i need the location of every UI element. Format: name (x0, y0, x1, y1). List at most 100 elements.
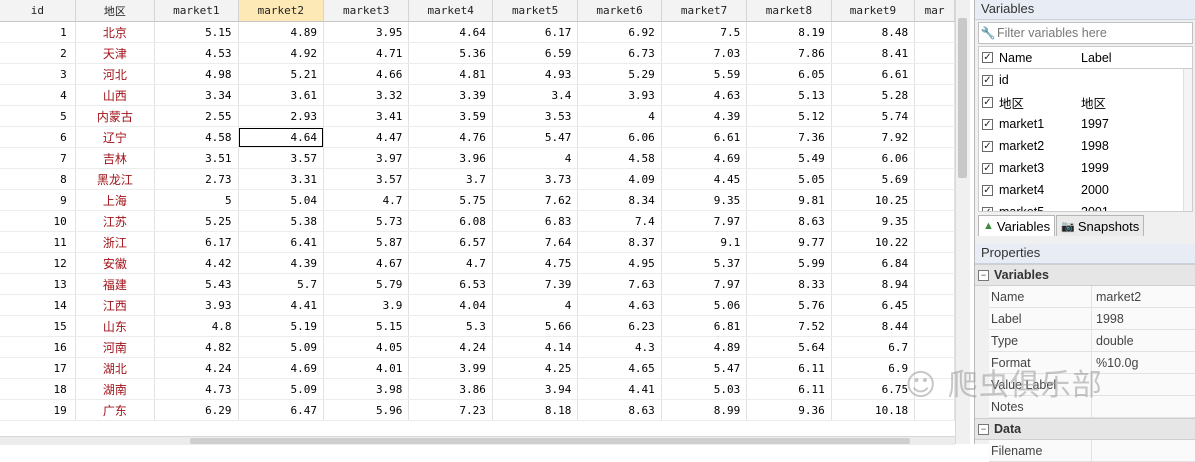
data-cell[interactable]: 4.09 (577, 168, 662, 190)
data-cell[interactable]: 5.79 (323, 273, 410, 295)
column-header[interactable]: mar (914, 0, 955, 22)
data-cell[interactable]: 3.98 (323, 378, 410, 400)
data-cell[interactable]: 4.89 (238, 21, 325, 43)
data-cell[interactable]: 5 (154, 189, 239, 211)
table-row[interactable]: 13 福建 5.43 5.7 5.79 6.53 7.39 7.63 7.97 8.33 8.94 (0, 273, 955, 295)
data-cell[interactable] (914, 168, 955, 190)
region-cell[interactable]: 安徽 (75, 252, 156, 274)
data-cell[interactable]: 4.7 (408, 252, 493, 274)
region-cell[interactable]: 天津 (75, 42, 156, 64)
data-cell[interactable]: 5.09 (238, 336, 325, 358)
data-cell[interactable]: 4.73 (154, 378, 239, 400)
data-table[interactable]: id 地区 market1 market2 market3 market4 market5 m… (0, 0, 955, 421)
data-cell[interactable]: 5.66 (492, 315, 579, 337)
data-cell[interactable]: 4.8 (154, 315, 239, 337)
row-id-cell[interactable]: 16 (0, 336, 76, 358)
row-id-cell[interactable]: 14 (0, 294, 76, 316)
collapse-icon[interactable]: − (978, 423, 989, 435)
data-cell[interactable]: 5.74 (831, 105, 916, 127)
data-cell[interactable]: 8.63 (577, 399, 662, 421)
data-cell[interactable]: 5.99 (746, 252, 832, 274)
data-cell[interactable] (914, 63, 955, 85)
column-header[interactable]: market9 (831, 0, 916, 22)
data-cell[interactable]: 5.47 (492, 126, 579, 148)
data-cell[interactable]: 4.53 (154, 42, 239, 64)
data-cell[interactable]: 6.81 (661, 315, 748, 337)
row-id-cell[interactable]: 5 (0, 105, 76, 127)
variable-row[interactable]: ✓ market5 2001 (979, 201, 1192, 211)
data-cell[interactable]: 3.4 (492, 84, 579, 106)
variable-checkbox[interactable]: ✓ (982, 96, 993, 108)
data-cell[interactable]: 4.45 (661, 168, 748, 190)
data-cell[interactable]: 3.93 (154, 294, 239, 316)
data-cell[interactable]: 6.73 (577, 42, 662, 64)
table-row[interactable]: 12 安徽 4.42 4.39 4.67 4.7 4.75 4.95 5.37 5.99 6.84 (0, 252, 955, 274)
data-cell[interactable]: 7.5 (661, 21, 748, 43)
data-cell[interactable]: 3.95 (323, 21, 410, 43)
column-header[interactable]: market3 (323, 0, 410, 22)
data-cell[interactable]: 3.97 (323, 147, 410, 169)
variables-list[interactable]: ✓ id ✓ 地区 地区 ✓ market1 1997 ✓ market2 1998 ✓ market3… (978, 69, 1193, 212)
data-cell[interactable]: 10.22 (831, 231, 916, 253)
data-cell[interactable]: 4.98 (154, 63, 239, 85)
region-cell[interactable]: 山西 (75, 84, 156, 106)
data-cell[interactable]: 3.96 (408, 147, 493, 169)
data-cell[interactable]: 3.93 (577, 84, 662, 106)
data-cell[interactable]: 6.61 (831, 63, 916, 85)
data-cell[interactable]: 4.69 (661, 147, 748, 169)
data-cell[interactable]: 6.57 (408, 231, 493, 253)
data-cell[interactable]: 3.41 (323, 105, 410, 127)
variable-checkbox[interactable]: ✓ (982, 184, 993, 196)
data-cell[interactable]: 6.05 (746, 63, 832, 85)
row-id-cell[interactable]: 3 (0, 63, 76, 85)
data-cell[interactable]: 5.15 (154, 21, 239, 43)
tab-variables[interactable]: ▲ Variables (978, 215, 1056, 236)
property-row[interactable]: Filename (989, 440, 1195, 462)
row-id-cell[interactable]: 19 (0, 399, 76, 421)
column-header[interactable]: market2 (238, 0, 325, 22)
data-cell[interactable]: 10.18 (831, 399, 916, 421)
data-cell[interactable] (914, 315, 955, 337)
data-cell[interactable]: 7.86 (746, 42, 832, 64)
data-cell[interactable]: 3.86 (408, 378, 493, 400)
data-cell[interactable]: 5.21 (238, 63, 325, 85)
data-cell[interactable]: 4.47 (323, 126, 410, 148)
data-cell[interactable]: 4 (492, 294, 579, 316)
data-cell[interactable]: 9.1 (661, 231, 748, 253)
data-cell[interactable]: 5.19 (238, 315, 325, 337)
data-cell[interactable]: 3.59 (408, 105, 493, 127)
variable-checkbox[interactable]: ✓ (982, 140, 993, 152)
scroll-thumb[interactable] (958, 18, 967, 178)
data-cell[interactable]: 6.92 (577, 21, 662, 43)
row-id-cell[interactable]: 17 (0, 357, 76, 379)
column-header[interactable]: id (0, 0, 76, 22)
region-cell[interactable]: 吉林 (75, 147, 156, 169)
data-cell[interactable]: 8.94 (831, 273, 916, 295)
table-row[interactable]: 6 辽宁 4.58 4.64 4.47 4.76 5.47 6.06 6.61 7.36 7.92 (0, 126, 955, 148)
table-row[interactable]: 4 山西 3.34 3.61 3.32 3.39 3.4 3.93 4.63 5.13 5.28 (0, 84, 955, 106)
region-cell[interactable]: 江西 (75, 294, 156, 316)
data-cell[interactable]: 5.37 (661, 252, 748, 274)
data-cell[interactable]: 6.47 (238, 399, 325, 421)
column-header[interactable]: market5 (492, 0, 579, 22)
tab-snapshots[interactable]: 📷 Snapshots (1056, 215, 1145, 236)
data-cell[interactable]: 8.44 (831, 315, 916, 337)
data-cell[interactable]: 3.94 (492, 378, 579, 400)
data-cell[interactable]: 6.29 (154, 399, 239, 421)
row-id-cell[interactable]: 12 (0, 252, 76, 274)
data-cell[interactable] (914, 336, 955, 358)
data-cell[interactable]: 7.36 (746, 126, 832, 148)
table-row[interactable]: 18 湖南 4.73 5.09 3.98 3.86 3.94 4.41 5.03 6.11 6.75 (0, 378, 955, 400)
data-cell[interactable]: 6.59 (492, 42, 579, 64)
data-cell[interactable]: 8.34 (577, 189, 662, 211)
property-value[interactable]: %10.0g (1092, 356, 1195, 370)
row-id-cell[interactable]: 18 (0, 378, 76, 400)
data-cell[interactable]: 4.42 (154, 252, 239, 274)
data-cell[interactable]: 5.75 (408, 189, 493, 211)
data-cell[interactable]: 2.93 (238, 105, 325, 127)
region-cell[interactable]: 湖南 (75, 378, 156, 400)
table-row[interactable]: 19 广东 6.29 6.47 5.96 7.23 8.18 8.63 8.99 9.36 10.1… (0, 399, 955, 421)
property-value[interactable]: 1998 (1092, 312, 1195, 326)
data-cell[interactable]: 5.36 (408, 42, 493, 64)
data-cell[interactable] (914, 21, 955, 43)
